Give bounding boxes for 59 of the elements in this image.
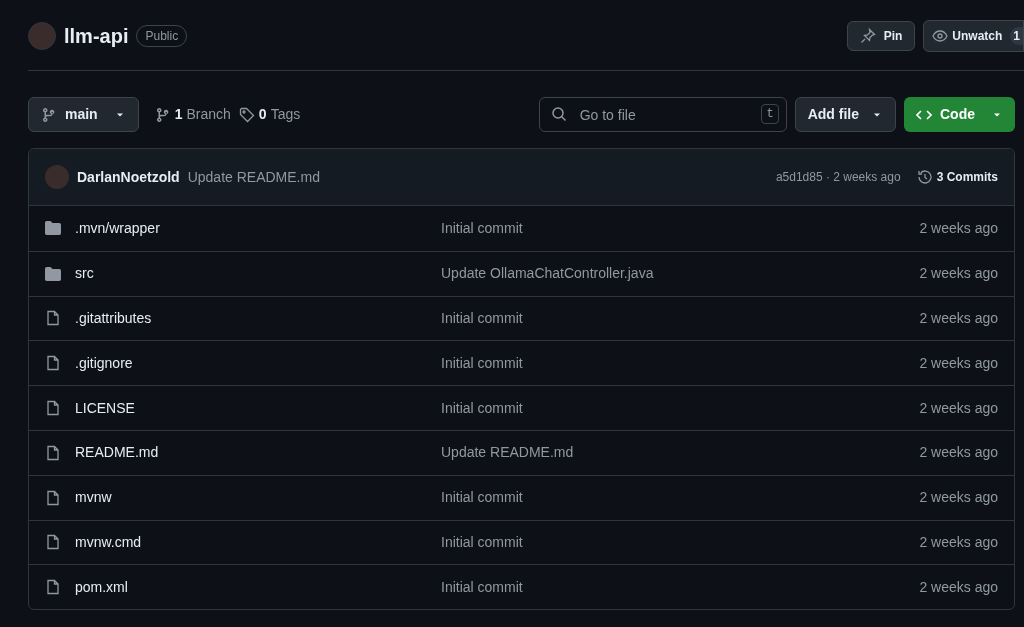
commit-message-link[interactable]: Initial commit [441,576,920,598]
branch-icon [154,106,171,123]
commit-time: 2 weeks ago [919,264,998,284]
commit-time: 2 weeks ago [919,488,998,508]
commit-message-link[interactable]: Initial commit [441,397,920,419]
file-icon [45,579,61,596]
code-button[interactable]: Code [904,97,1015,132]
commit-time: 2 weeks ago [919,577,998,597]
author-avatar [45,165,69,189]
file-name-link[interactable]: src [75,263,441,285]
commit-time: 2 weeks ago [919,309,998,328]
commit-author-link[interactable]: DarlanNoetzold [77,166,180,188]
commit-message-link[interactable]: Update OllamaChatController.java [441,263,920,285]
file-icon [45,355,61,372]
unwatch-button[interactable]: Unwatch 1 [923,20,1024,52]
file-name-link[interactable]: .gitattributes [75,308,441,329]
commit-time: 2 weeks ago [919,218,998,238]
folder-icon [45,220,61,237]
commit-message-link[interactable]: Initial commit [441,217,920,239]
commit-message-link[interactable]: Update README.md [187,166,320,188]
repo-name[interactable]: llm-api [64,21,129,51]
commit-message-link[interactable]: Initial commit [441,531,920,553]
folder-icon [45,265,61,282]
branches-link[interactable]: 1 Branch [154,104,231,125]
history-icon [916,169,933,185]
commit-message-link[interactable]: Initial commit [441,308,920,329]
pin-icon [859,28,876,44]
search-icon [550,106,567,122]
commit-message-link[interactable]: Initial commit [441,352,920,374]
tags-link[interactable]: 0 Tags [238,104,301,125]
commits-link[interactable]: 3 Commits [916,168,998,186]
file-name-link[interactable]: pom.xml [75,576,441,598]
file-name-link[interactable]: README.md [75,442,441,464]
pin-button[interactable]: Pin [846,21,916,51]
file-icon [45,489,61,506]
commit-time: 2 weeks ago [919,532,998,552]
file-icon [45,310,61,327]
commit-time: 2 weeks ago [919,353,998,373]
file-icon [45,400,61,417]
file-name-link[interactable]: mvnw [75,487,441,509]
commit-message-link[interactable]: Update README.md [441,442,920,464]
commit-time: 2 weeks ago [919,443,998,463]
avatar [28,22,56,50]
file-name-link[interactable]: mvnw.cmd [75,531,441,553]
commit-hash-time: a5d1d85 · 2 weeks ago [775,169,901,186]
file-name-link[interactable]: .mvn/wrapper [75,217,441,239]
commit-time: 2 weeks ago [919,398,998,418]
shortcut-key: t [761,104,779,124]
file-name-link[interactable]: LICENSE [75,397,441,419]
file-icon [45,444,61,461]
eye-icon [932,28,949,44]
watch-count: 1 [1010,27,1023,45]
add-file-button[interactable]: Add file [794,97,896,132]
branch-selector[interactable]: main [28,97,139,132]
file-icon [45,534,61,551]
branch-icon [41,106,57,123]
file-name-link[interactable]: .gitignore [75,352,441,374]
commit-message-link[interactable]: Initial commit [441,487,920,509]
tag-icon [238,106,255,123]
